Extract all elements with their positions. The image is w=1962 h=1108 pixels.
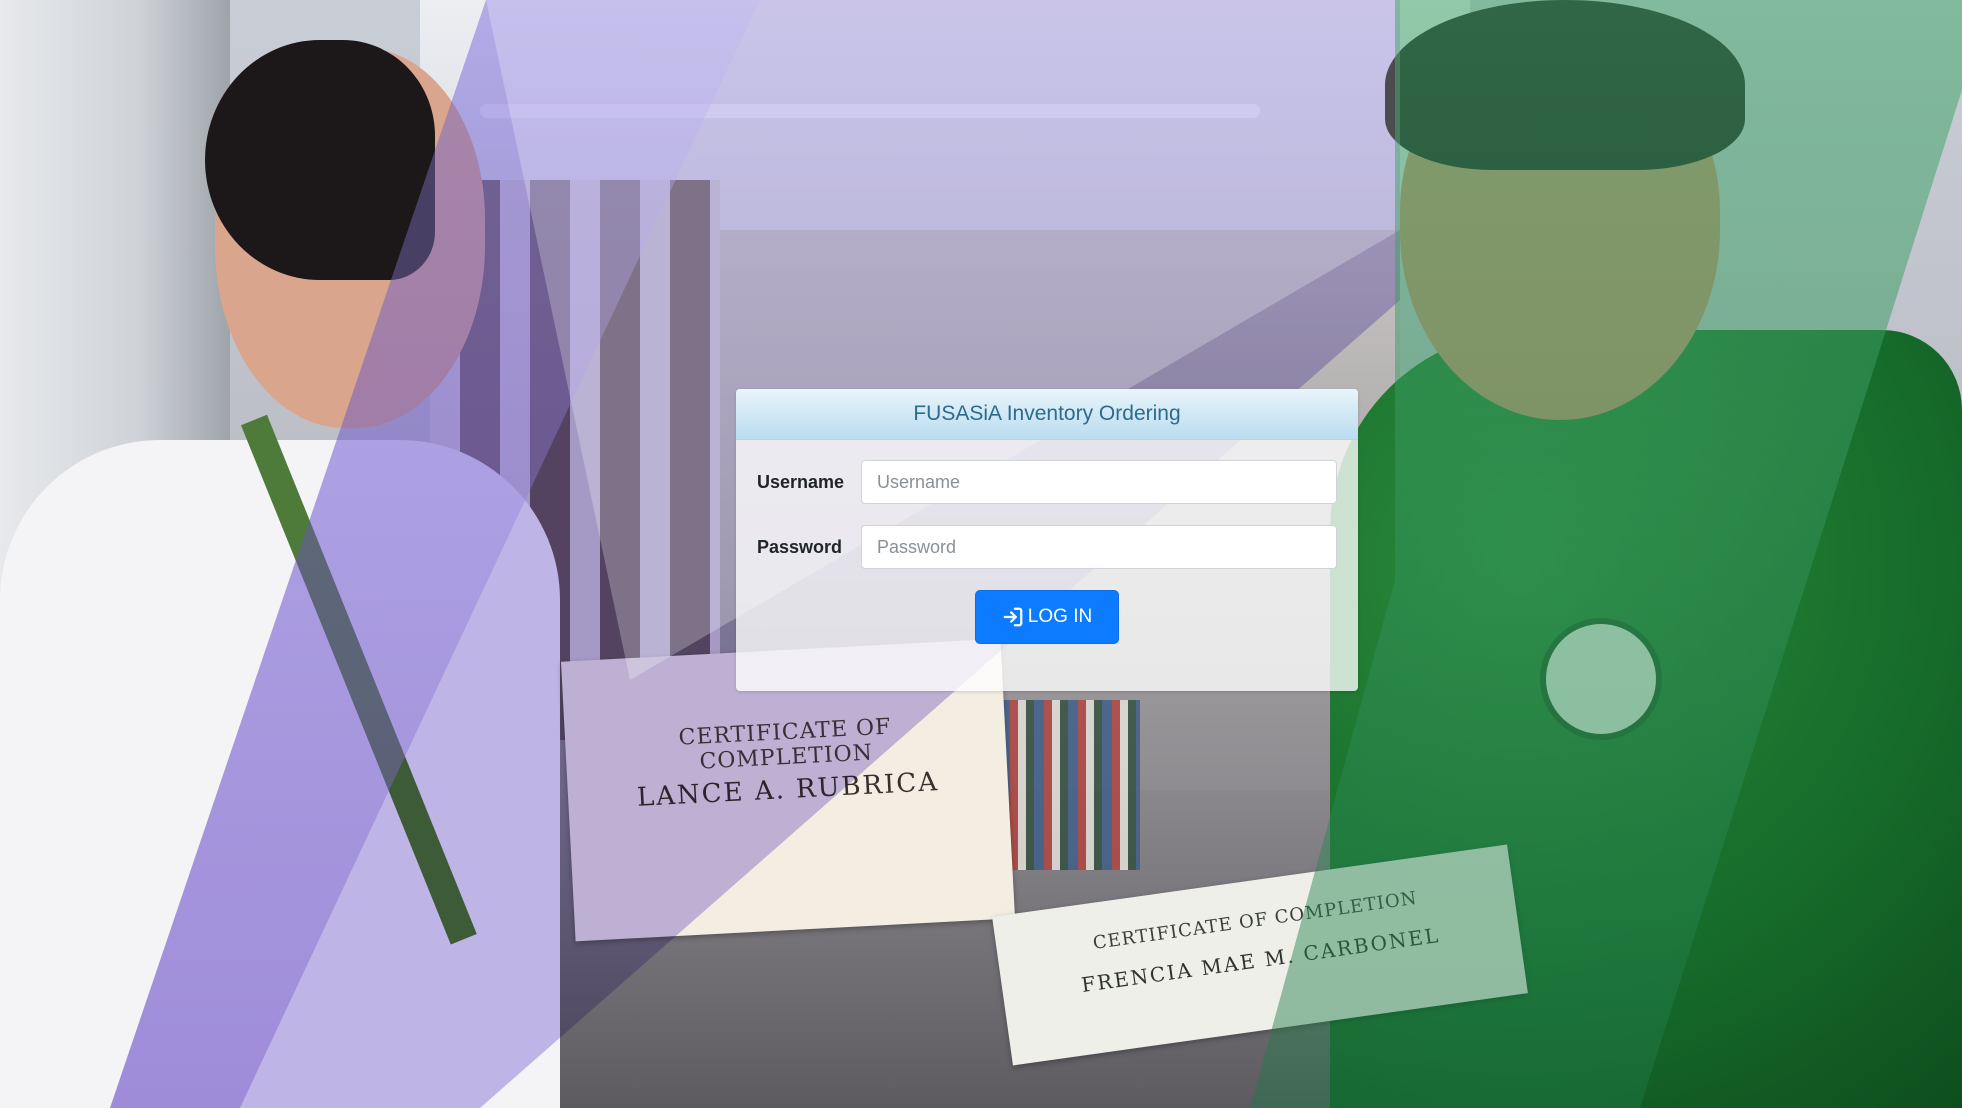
login-button[interactable]: LOG IN: [974, 590, 1120, 644]
books: [1000, 700, 1140, 870]
login-title: FUSASiA Inventory Ordering: [736, 389, 1358, 440]
sign-in-icon: [1002, 606, 1024, 628]
username-label: Username: [757, 471, 845, 492]
login-button-label: LOG IN: [1027, 606, 1093, 627]
password-row: Password: [757, 525, 1337, 569]
password-input[interactable]: [861, 525, 1337, 569]
username-row: Username: [757, 460, 1337, 504]
form-actions: LOG IN: [757, 590, 1337, 644]
username-input[interactable]: [861, 460, 1337, 504]
login-form: Username Password LOG IN: [736, 440, 1358, 644]
person-left-hair: [205, 40, 435, 280]
login-card: FUSASiA Inventory Ordering Username Pass…: [736, 389, 1358, 691]
password-label: Password: [757, 536, 843, 557]
